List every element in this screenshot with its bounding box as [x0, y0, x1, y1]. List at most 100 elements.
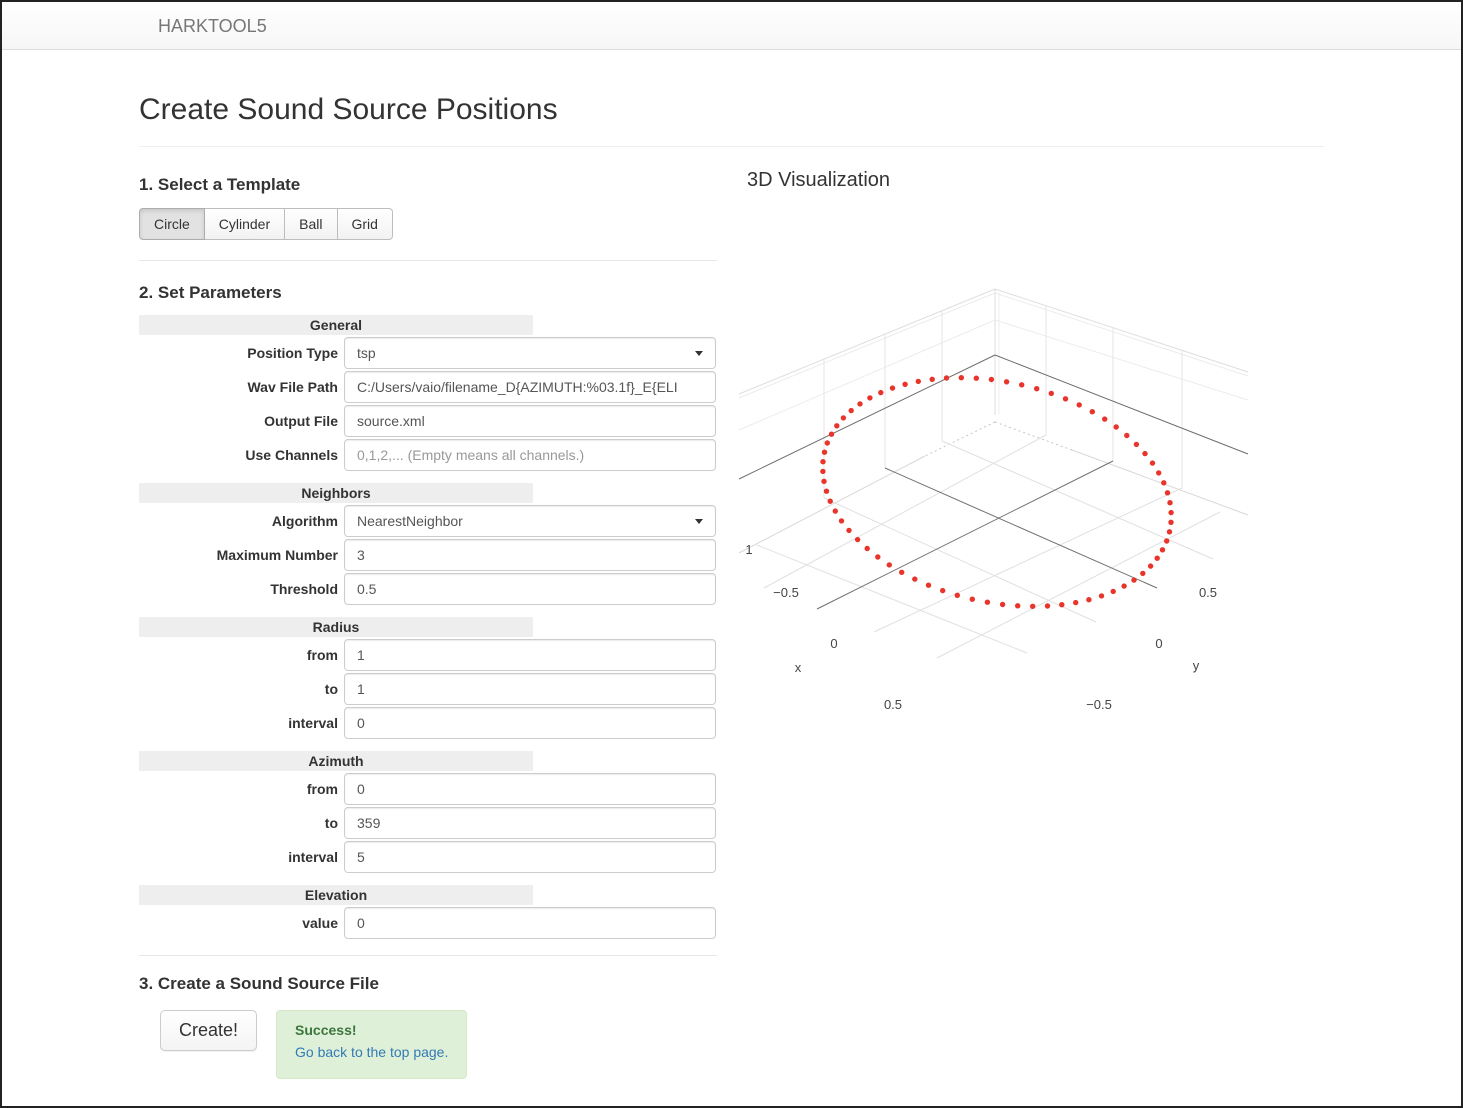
3d-scatter-plot[interactable]: 1 −0.5 0 0.5 x 0.5 0 −0.5 y — [732, 262, 1262, 732]
field-label: from — [139, 773, 338, 805]
scatter-point — [944, 375, 949, 380]
scatter-point — [1114, 424, 1119, 429]
field-label: Output File — [139, 405, 338, 437]
param-group-title: General — [139, 315, 533, 335]
param-group-azimuth: Azimuth from to interval — [139, 751, 717, 873]
position-type-select[interactable]: tsp — [344, 337, 716, 369]
scatter-point — [887, 562, 892, 567]
param-row: to — [139, 807, 717, 839]
field-label: Use Channels — [139, 439, 338, 471]
scatter-point — [1121, 583, 1126, 588]
x-tick-label: 0 — [830, 636, 837, 651]
x-tick-label: 0.5 — [884, 697, 902, 712]
scatter-point — [1015, 603, 1020, 608]
3d-plot-canvas: 1 −0.5 0 0.5 x 0.5 0 −0.5 y — [732, 262, 1262, 732]
param-row: interval — [139, 841, 717, 873]
scatter-point — [834, 423, 839, 428]
scatter-point — [974, 376, 979, 381]
scatter-point — [867, 395, 872, 400]
scatter-point — [820, 469, 825, 474]
visualization-heading: 3D Visualization — [747, 169, 890, 192]
page-title: Create Sound Source Positions — [139, 93, 1324, 127]
scatter-point — [1086, 597, 1091, 602]
field-label: interval — [139, 841, 338, 873]
param-group-title: Radius — [139, 617, 533, 637]
radius-to-input[interactable] — [344, 673, 716, 705]
param-row: Threshold — [139, 573, 717, 605]
field-label: value — [139, 907, 338, 939]
radius-interval-input[interactable] — [344, 707, 716, 739]
title-divider — [139, 146, 1324, 147]
y-axis-title: y — [1193, 658, 1200, 673]
section-divider — [139, 260, 717, 261]
azimuth-from-input[interactable] — [344, 773, 716, 805]
param-group-neighbors: Neighbors Algorithm NearestNeighbor Maxi… — [139, 483, 717, 605]
scatter-point — [1148, 563, 1153, 568]
radius-from-input[interactable] — [344, 639, 716, 671]
scatter-point — [825, 440, 830, 445]
scatter-point — [1004, 379, 1009, 384]
floor-gridlines — [757, 435, 1220, 658]
template-button-circle[interactable]: Circle — [139, 208, 205, 240]
scatter-point — [875, 554, 880, 559]
param-row: from — [139, 773, 717, 805]
section-divider — [139, 955, 717, 956]
back-to-top-link[interactable]: Go back to the top page. — [295, 1044, 448, 1060]
scatter-point — [890, 385, 895, 390]
wav-file-path-input[interactable] — [344, 371, 716, 403]
scatter-point — [985, 600, 990, 605]
template-button-grid[interactable]: Grid — [338, 208, 393, 240]
template-button-ball[interactable]: Ball — [285, 208, 337, 240]
y-tick-label: 0 — [1155, 636, 1162, 651]
template-button-group: Circle Cylinder Ball Grid — [139, 208, 393, 240]
elevation-value-input[interactable] — [344, 907, 716, 939]
scatter-point — [865, 546, 870, 551]
field-label: interval — [139, 707, 338, 739]
scatter-point — [989, 377, 994, 382]
field-label: Wav File Path — [139, 371, 338, 403]
selected-value: NearestNeighbor — [357, 513, 463, 529]
param-group-title: Elevation — [139, 885, 533, 905]
scatter-point — [902, 382, 907, 387]
maximum-number-input[interactable] — [344, 539, 716, 571]
scatter-point — [846, 528, 851, 533]
scatter-point — [1165, 490, 1170, 495]
azimuth-interval-input[interactable] — [344, 841, 716, 873]
param-row: Position Type tsp — [139, 337, 717, 369]
scatter-point — [912, 576, 917, 581]
use-channels-input[interactable] — [344, 439, 716, 471]
param-group-radius: Radius from to interval — [139, 617, 717, 739]
param-row: Maximum Number — [139, 539, 717, 571]
scatter-point — [1073, 600, 1078, 605]
scatter-point — [1124, 433, 1129, 438]
navbar-brand[interactable]: HARKTOOL5 — [158, 2, 267, 50]
scatter-point — [839, 518, 844, 523]
create-button[interactable]: Create! — [160, 1010, 257, 1051]
scatter-point — [1045, 603, 1050, 608]
scatter-point — [1000, 602, 1005, 607]
scatter-point — [916, 379, 921, 384]
scatter-point — [1131, 577, 1136, 582]
scatter-point — [1030, 604, 1035, 609]
scatter-point — [878, 390, 883, 395]
azimuth-to-input[interactable] — [344, 807, 716, 839]
scatter-point — [926, 583, 931, 588]
field-label: Position Type — [139, 337, 338, 369]
success-alert: Success! Go back to the top page. — [276, 1010, 467, 1079]
x-tick-label: −0.5 — [773, 585, 799, 600]
scatter-point — [855, 537, 860, 542]
scatter-point — [849, 408, 854, 413]
scatter-point — [824, 489, 829, 494]
output-file-input[interactable] — [344, 405, 716, 437]
scatter-point — [1156, 470, 1161, 475]
threshold-input[interactable] — [344, 573, 716, 605]
extra-tick-label: 1 — [745, 542, 752, 557]
param-row: value — [139, 907, 717, 939]
scatter-point — [1077, 402, 1082, 407]
wall-vertical-gridlines — [824, 306, 1182, 498]
field-label: to — [139, 807, 338, 839]
selected-value: tsp — [357, 345, 376, 361]
template-button-cylinder[interactable]: Cylinder — [205, 208, 285, 240]
algorithm-select[interactable]: NearestNeighbor — [344, 505, 716, 537]
scatter-point — [1167, 529, 1172, 534]
